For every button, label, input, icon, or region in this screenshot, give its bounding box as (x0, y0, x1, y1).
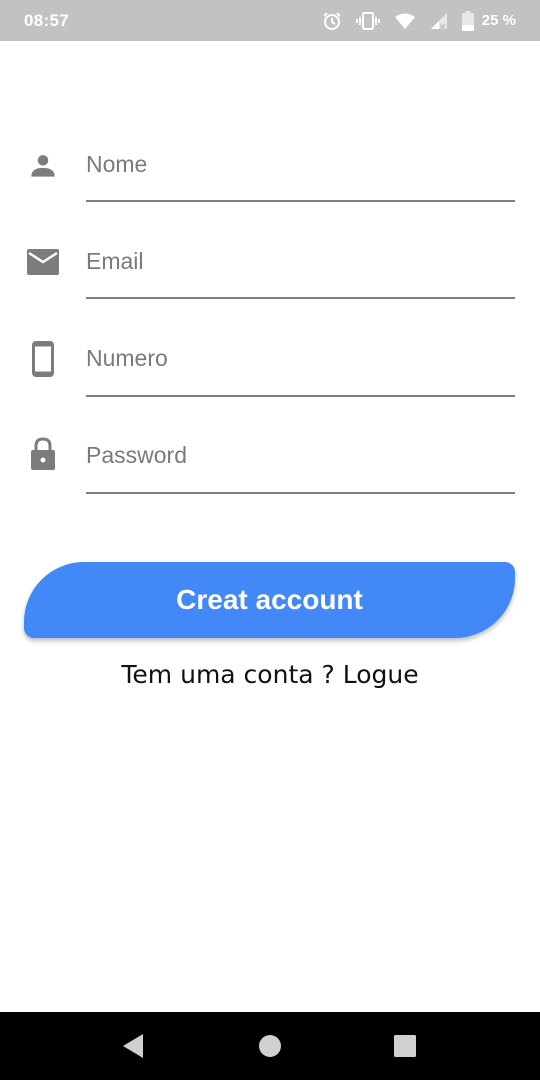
signal-icon (430, 12, 448, 30)
status-bar: 08:57 25 % (0, 0, 540, 41)
number-underline (86, 395, 515, 397)
login-link[interactable]: Tem uma conta ? Logue (0, 660, 540, 689)
battery-percentage: 25 % (481, 12, 516, 29)
home-icon[interactable] (258, 1033, 284, 1059)
name-input[interactable] (86, 144, 515, 184)
wifi-icon (394, 12, 416, 30)
status-icons: 25 % (322, 10, 516, 31)
recents-icon[interactable] (393, 1033, 419, 1059)
name-underline (86, 200, 515, 202)
email-field (0, 215, 540, 312)
back-icon[interactable] (121, 1033, 147, 1059)
mail-icon (26, 245, 60, 279)
alarm-icon (322, 11, 342, 31)
password-input[interactable] (86, 435, 515, 475)
vibrate-icon (355, 11, 380, 31)
email-underline (86, 297, 515, 299)
create-account-button[interactable]: Creat account (24, 562, 515, 638)
person-icon (26, 148, 60, 182)
email-input[interactable] (86, 241, 515, 281)
navigation-bar (0, 1012, 540, 1080)
password-underline (86, 492, 515, 494)
battery-icon (461, 10, 474, 31)
status-time: 08:57 (24, 10, 69, 30)
number-field (0, 312, 540, 409)
phone-icon (26, 341, 60, 377)
lock-icon (26, 437, 60, 471)
number-input[interactable] (86, 338, 515, 378)
password-field (0, 409, 540, 506)
name-field (0, 118, 540, 215)
